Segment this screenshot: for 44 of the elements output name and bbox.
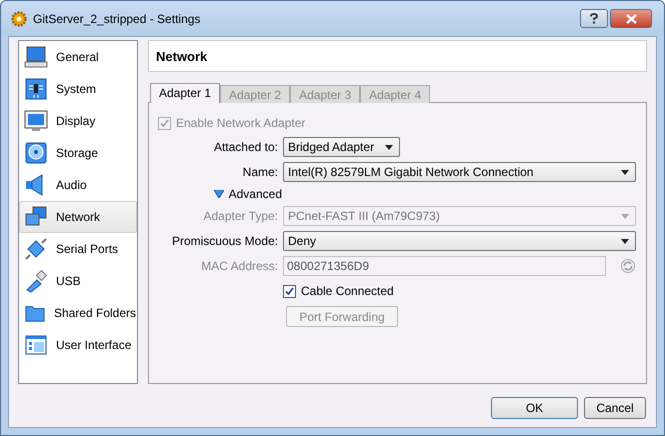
window-icon [24,333,48,357]
sidebar-item[interactable]: User Interface [19,329,137,361]
cancel-button[interactable]: Cancel [584,397,646,419]
sidebar-item[interactable]: General [19,41,137,73]
checkbox[interactable] [283,284,296,298]
sidebar-item[interactable]: Serial Ports [19,233,137,265]
gear-icon [11,10,27,26]
sidebar-item[interactable]: Shared Folders [19,297,137,329]
dropdown-arrow-icon [385,144,393,150]
sidebar-item[interactable]: System [19,73,137,105]
promiscuous-mode-dropdown[interactable]: Deny [283,231,636,251]
sidebar-item[interactable]: Storage [19,137,137,169]
checkbox-label: Cable Connected [301,284,394,298]
tab[interactable]: Adapter 1 [150,83,220,103]
field-label: Adapter Type: [202,209,278,223]
sidebar-item[interactable]: Network [19,201,137,233]
sidebar-item[interactable]: Audio [19,169,137,201]
page-title: Network [156,48,208,64]
field-label: MAC Address: [200,259,278,273]
sidebar-item[interactable]: USB [19,265,137,297]
window-title: GitServer_2_stripped - Settings [33,12,200,26]
checkbox-label: Enable Network Adapter [176,116,306,130]
ok-button[interactable]: OK [491,397,578,419]
triangle-icon [214,190,224,198]
monitor-icon [24,109,48,133]
attached-to-dropdown[interactable]: Bridged Adapter [283,137,400,157]
field-label: Promiscuous Mode: [170,234,278,248]
close-icon [626,14,636,24]
dropdown-arrow-icon [621,170,629,174]
help-button[interactable] [580,9,608,28]
connector-icon [24,237,48,261]
refresh-icon[interactable] [620,258,636,274]
sidebar-item[interactable]: Display [19,105,137,137]
chip-icon [24,77,48,101]
dropdown-arrow-icon [621,214,629,218]
field-label: Attached to: [212,140,278,154]
dropdown-arrow-icon [621,238,629,244]
laptop-icon [24,45,48,69]
close-button[interactable] [610,9,652,28]
help-icon [589,13,599,24]
field-label: Name: [242,165,278,179]
name-dropdown[interactable]: Intel(R) 82579LM Gigabit Network Connection [283,162,636,182]
advanced-toggle[interactable]: Advanced [158,187,282,201]
usb-icon [24,269,48,293]
